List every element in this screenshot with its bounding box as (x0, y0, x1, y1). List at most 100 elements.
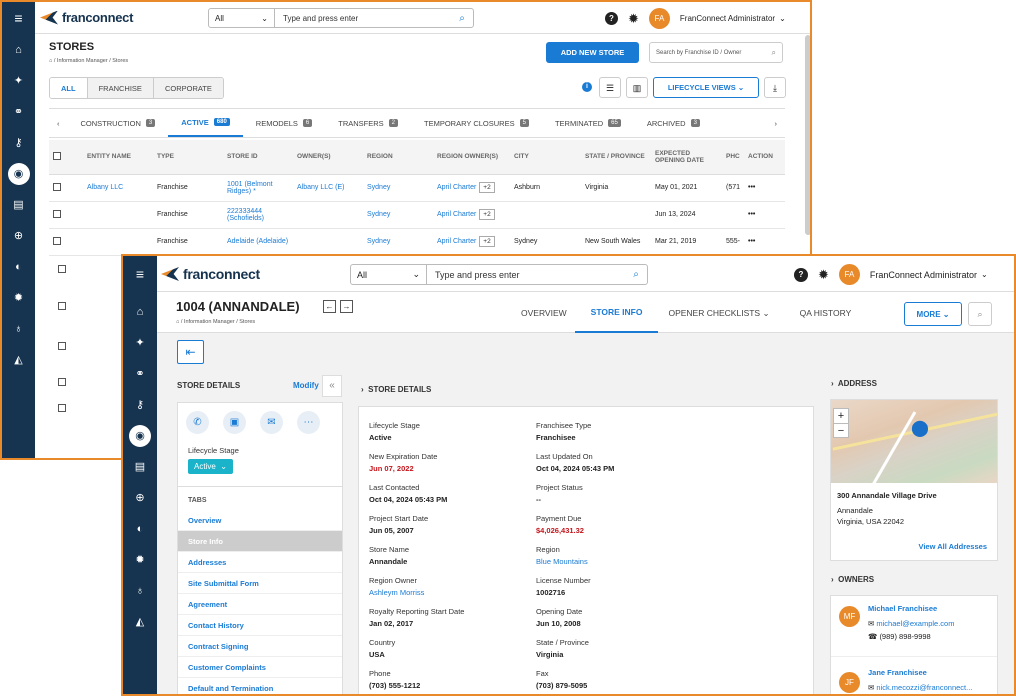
lightbulb-icon[interactable]: ✦ (2, 65, 35, 96)
more-owners-badge[interactable]: +2 (479, 209, 495, 220)
col-owners[interactable]: OWNER(S) (293, 140, 363, 175)
detail-value[interactable]: Blue Mountains (536, 557, 696, 566)
tab-store-info[interactable]: STORE INFO (574, 293, 659, 333)
info-icon[interactable]: i (582, 82, 592, 92)
search-scope-select[interactable]: All ⌄ (209, 9, 275, 27)
tab-transfers[interactable]: TRANSFERS 2 (325, 109, 411, 137)
tab-link-default-termination[interactable]: Default and Termination (178, 678, 342, 694)
row-checkbox[interactable] (58, 404, 66, 412)
store-id-link[interactable]: 222333444 (Schofields) (223, 201, 293, 229)
row-checkbox[interactable] (53, 209, 61, 218)
tab-opener-checklists[interactable]: OPENER CHECKLISTS ⌄ (658, 293, 779, 333)
region-link[interactable]: Sydney (363, 228, 433, 256)
megaphone-icon[interactable]: ◭ (2, 344, 35, 375)
avatar[interactable]: FA (648, 8, 670, 29)
settings-icon[interactable]: ✹ (123, 544, 157, 575)
more-button[interactable]: MORE ⌄ (904, 302, 962, 326)
row-checkbox[interactable] (53, 236, 61, 245)
next-store-icon[interactable]: → (340, 300, 353, 313)
search-input[interactable]: Type and press enter (427, 270, 625, 280)
key-icon[interactable]: ⚷ (123, 389, 157, 420)
more-owners-badge[interactable]: +2 (479, 182, 495, 193)
address-header[interactable]: › ADDRESS (831, 379, 877, 388)
tab-remodels[interactable]: REMODELS 6 (243, 109, 325, 137)
more-icon[interactable]: ⋯ (297, 411, 320, 434)
lifecycle-dropdown[interactable]: Active ⌄ (188, 459, 233, 474)
user-name[interactable]: FranConnect Administrator (870, 270, 977, 280)
handshake-icon[interactable]: ⚭ (123, 358, 157, 389)
gear-icon[interactable]: ✹ (818, 267, 829, 283)
tab-link-site-submittal[interactable]: Site Submittal Form (178, 573, 342, 594)
search-icon[interactable]: ⌕ (625, 269, 647, 280)
money-bag-icon[interactable]: ♁ (123, 575, 157, 606)
add-new-store-button[interactable]: ADD NEW STORE (546, 42, 639, 63)
collapse-left-icon[interactable]: « (322, 375, 342, 397)
store-id-link[interactable]: 1001 (Belmont Ridges) * (223, 174, 293, 202)
download-icon[interactable]: ⤓ (764, 77, 786, 98)
more-owners-badge[interactable]: +2 (479, 236, 495, 247)
chart-icon[interactable]: ◐ (123, 513, 157, 544)
region-owner-link[interactable]: April Charter (437, 211, 476, 218)
tab-active[interactable]: ACTIVE 680 (168, 109, 243, 137)
stores-icon[interactable]: ◉ (123, 420, 157, 451)
zoom-in-button[interactable]: + (834, 409, 848, 423)
col-region[interactable]: REGION (363, 140, 433, 175)
lifecycle-views-button[interactable]: LIFECYCLE VIEWS ⌄ (653, 77, 759, 98)
home-icon[interactable]: ⌂ (49, 58, 52, 64)
entity-link[interactable]: Albany LLC (83, 174, 153, 202)
col-region-owners[interactable]: REGION OWNER(S) (433, 140, 510, 175)
region-link[interactable]: Sydney (363, 201, 433, 229)
tab-terminated[interactable]: TERMINATED 65 (542, 109, 634, 137)
chat-icon[interactable]: ▤ (123, 451, 157, 482)
stores-icon[interactable]: ◉ (2, 158, 35, 189)
filter-franchise[interactable]: FRANCHISE (87, 78, 154, 98)
chart-icon[interactable]: ◐ (2, 251, 35, 282)
scrollbar[interactable] (805, 35, 810, 235)
gear-icon[interactable]: ✹ (628, 11, 639, 27)
owner-name-link[interactable]: Michael Franchisee (868, 604, 998, 613)
action-menu-icon[interactable]: ••• (744, 174, 785, 202)
entity-link[interactable] (83, 228, 153, 256)
help-icon[interactable]: ? (605, 12, 618, 25)
tab-temporary-closures[interactable]: TEMPORARY CLOSURES 5 (411, 109, 542, 137)
owner-email-link[interactable]: michael@example.com (876, 619, 954, 628)
col-entity[interactable]: ENTITY NAME (83, 140, 153, 175)
tab-overview[interactable]: OVERVIEW (513, 293, 575, 333)
chevron-down-icon[interactable]: ⌄ (981, 270, 988, 279)
filter-icon[interactable]: ☰ (599, 77, 621, 98)
collapse-panel-button[interactable]: ⇤ (177, 340, 204, 364)
search-scope-select[interactable]: All ⌄ (351, 265, 427, 284)
columns-icon[interactable]: ▥ (626, 77, 648, 98)
action-menu-icon[interactable]: ••• (744, 201, 785, 229)
col-expected-opening[interactable]: EXPECTED OPENING DATE (651, 140, 722, 175)
handshake-icon[interactable]: ⚭ (2, 96, 35, 127)
tab-qa-history[interactable]: QA HISTORY (780, 293, 872, 333)
col-store-id[interactable]: STORE ID (223, 140, 293, 175)
hamburger-icon[interactable]: ≡ (2, 2, 35, 34)
tab-link-customer-complaints[interactable]: Customer Complaints (178, 657, 342, 678)
row-checkbox[interactable] (58, 342, 66, 350)
tab-construction[interactable]: CONSTRUCTION 3 (68, 109, 169, 137)
money-bag-icon[interactable]: ♁ (2, 313, 35, 344)
modify-link[interactable]: Modify (293, 381, 319, 390)
owners-header[interactable]: › OWNERS (831, 575, 874, 584)
settings-icon[interactable]: ✹ (2, 282, 35, 313)
store-details-header[interactable]: › STORE DETAILS (361, 385, 431, 394)
prev-store-icon[interactable]: ← (323, 300, 336, 313)
entity-link[interactable] (83, 201, 153, 229)
tab-archived[interactable]: ARCHIVED 3 (634, 109, 713, 137)
search-input[interactable]: Type and press enter (275, 14, 451, 23)
row-checkbox[interactable] (58, 302, 66, 310)
tab-link-agreement[interactable]: Agreement (178, 594, 342, 615)
chat-icon[interactable]: ▤ (2, 189, 35, 220)
search-icon[interactable]: ⌕ (451, 13, 473, 24)
row-checkbox[interactable] (58, 378, 66, 386)
clipboard-icon[interactable]: ▣ (223, 411, 246, 434)
chevron-down-icon[interactable]: ⌄ (779, 14, 786, 23)
region-owner-link[interactable]: April Charter (437, 184, 476, 191)
region-link[interactable]: Sydney (363, 174, 433, 202)
action-menu-icon[interactable]: ••• (744, 228, 785, 256)
megaphone-icon[interactable]: ◭ (123, 606, 157, 637)
row-checkbox[interactable] (53, 182, 61, 191)
filter-all[interactable]: ALL (50, 78, 88, 98)
